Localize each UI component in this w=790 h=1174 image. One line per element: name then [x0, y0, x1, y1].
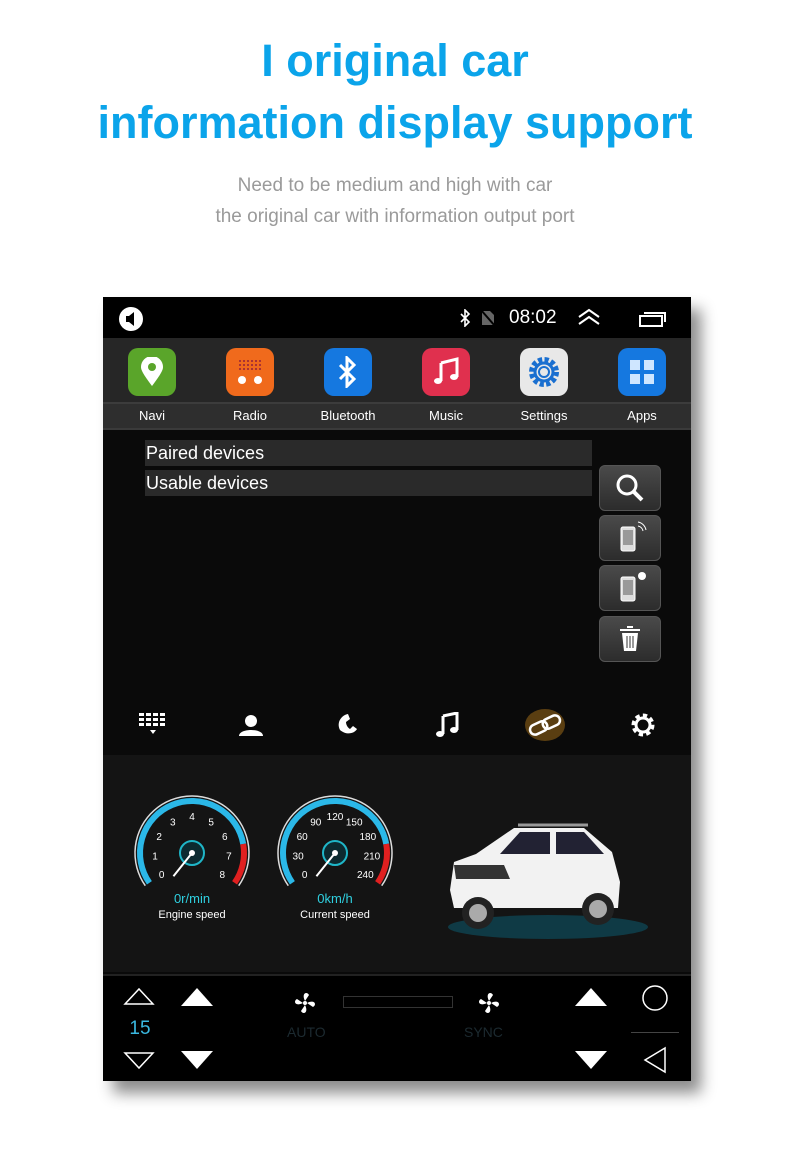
gauges: 0123 4 5678 0306090 120 150180210240	[134, 795, 393, 887]
app-music[interactable]: Music	[406, 348, 486, 423]
settings-icon	[631, 713, 655, 737]
gauge-tick-label: 7	[226, 851, 232, 862]
music-icon	[422, 348, 470, 396]
settings-icon	[520, 348, 568, 396]
app-label: Radio	[233, 408, 267, 423]
clock: 08:02	[509, 307, 557, 328]
heading-line-1: I original car	[261, 35, 529, 86]
connect-phone-button[interactable]	[599, 515, 661, 561]
subheading-line-1: Need to be medium and high with car	[237, 175, 553, 196]
app-dock: Navi Radio Bluetooth Music Settings Apps	[103, 338, 691, 430]
disconnect-phone-button[interactable]	[599, 565, 661, 611]
fan-level-bar	[343, 996, 453, 1008]
app-apps[interactable]: Apps	[602, 348, 682, 423]
dialpad-icon	[139, 713, 165, 734]
delete-device-button[interactable]	[599, 616, 661, 662]
call-log-icon	[338, 714, 357, 734]
gauge-tick-label: 0	[159, 870, 165, 881]
gauge-tick-label: 6	[222, 832, 228, 843]
gauge-pivot	[189, 850, 195, 856]
app-label: Settings	[520, 408, 568, 423]
tab-contacts[interactable]	[231, 707, 271, 743]
gauge-tick-label: 8	[220, 870, 226, 881]
gauge-tick-label: 90	[310, 817, 322, 828]
auto-label[interactable]: AUTO	[287, 1024, 326, 1040]
gauge-pivot	[332, 850, 338, 856]
contacts-icon	[239, 715, 263, 736]
fan-icon[interactable]	[293, 991, 317, 1015]
gauge-tick-label: 2	[156, 832, 162, 843]
gauge-tick-label: 30	[293, 851, 305, 862]
gauge-tick-label: 0	[302, 870, 308, 881]
gauge-tick-label: 4	[189, 812, 195, 823]
gauge-tick-label: 120	[327, 812, 344, 823]
apps-icon	[618, 348, 666, 396]
volume-icon[interactable]	[118, 306, 144, 332]
engine-speed-label: Engine speed	[158, 909, 226, 921]
music-icon	[436, 712, 459, 737]
current-speed-label: Current speed	[300, 909, 370, 921]
car-image	[448, 823, 648, 939]
bluetooth-icon	[324, 348, 372, 396]
tab-music[interactable]	[427, 707, 467, 743]
app-label: Music	[429, 408, 463, 423]
trash-icon	[620, 626, 640, 651]
recent-apps-icon[interactable]	[639, 311, 667, 327]
gauge-redline-arc	[232, 843, 247, 885]
phone-disconnect-icon	[620, 572, 646, 602]
tab-call-log[interactable]	[329, 707, 369, 743]
gauge-tick-label: 5	[208, 817, 214, 828]
subheading-line-2: the original car with information output…	[215, 206, 575, 227]
search-devices-button[interactable]	[599, 465, 661, 511]
back-icon[interactable]	[641, 1046, 669, 1074]
status-bar: 08:02	[103, 297, 691, 338]
navi-icon	[128, 348, 176, 396]
tab-settings[interactable]	[623, 707, 663, 743]
head-unit-screen: 08:02 Navi Radio Bluetooth Music Settings App…	[103, 297, 691, 1081]
bluetooth-icon	[460, 309, 471, 327]
gauge-tick-label: 60	[297, 832, 309, 843]
gauge-redline-arc	[375, 843, 390, 885]
climate-bar: 15 AUTO SYNC	[103, 974, 691, 1081]
temperature-value: 15	[129, 1018, 151, 1039]
chevron-up-icon[interactable]	[577, 308, 601, 326]
heading-line-2: information display support	[97, 97, 693, 148]
app-label: Bluetooth	[320, 408, 376, 423]
search-icon	[616, 474, 644, 502]
app-label: Navi	[138, 408, 165, 423]
divider	[631, 1032, 679, 1033]
home-icon[interactable]	[641, 984, 669, 1012]
app-navi[interactable]: Navi	[112, 348, 192, 423]
temp-up-outline-icon[interactable]	[123, 986, 155, 1006]
fan-down-icon[interactable]	[181, 1051, 213, 1071]
fan-icon-2[interactable]	[477, 991, 501, 1015]
phone-connect-icon	[620, 521, 647, 552]
tab-dialpad[interactable]	[133, 707, 173, 743]
app-radio[interactable]: Radio	[210, 348, 290, 423]
engine-speed-value: 0r/min	[173, 891, 211, 906]
gauge-tick-label: 240	[357, 870, 374, 881]
right-temp-down-icon[interactable]	[575, 1051, 607, 1071]
tab-link[interactable]	[525, 707, 565, 743]
fan-up-icon[interactable]	[181, 986, 213, 1006]
no-sim-icon	[481, 310, 495, 326]
right-temp-up-icon[interactable]	[575, 986, 607, 1006]
app-label: Apps	[627, 408, 657, 423]
gauge-tick-label: 3	[170, 817, 176, 828]
temp-down-outline-icon[interactable]	[123, 1051, 155, 1071]
vehicle-info-panel: 0 1 2 3 4 5 6 7 8 0 30 60 90 120 150 180 210 240 0r/min En…	[103, 755, 691, 972]
link-icon	[525, 709, 565, 741]
app-bluetooth[interactable]: Bluetooth	[308, 348, 388, 423]
gauge-tick-label: 1	[152, 851, 158, 862]
current-speed-value: 0km/h	[317, 891, 353, 906]
gauge-tick-label: 210	[364, 851, 381, 862]
gauge-tick-label: 150	[346, 817, 363, 828]
app-settings[interactable]: Settings	[504, 348, 584, 423]
radio-icon	[226, 348, 274, 396]
paired-devices-row[interactable]: Paired devices	[145, 440, 592, 466]
usable-devices-row[interactable]: Usable devices	[145, 470, 592, 496]
sync-label[interactable]: SYNC	[464, 1024, 503, 1040]
gauge-tick-label: 180	[359, 832, 376, 843]
